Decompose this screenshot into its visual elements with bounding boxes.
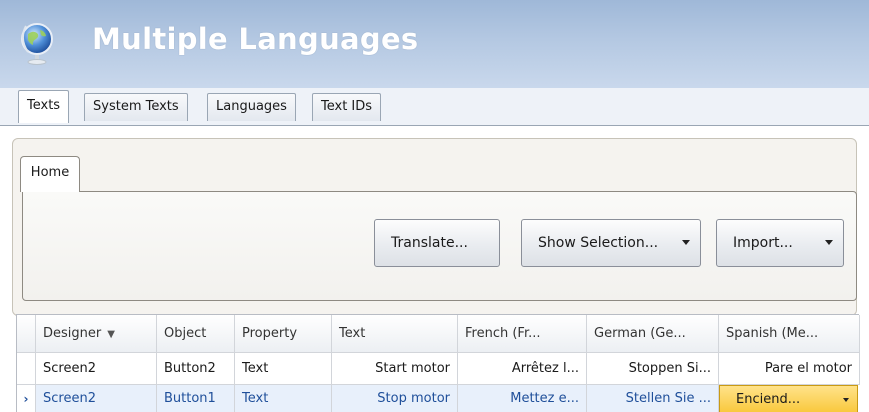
globe-icon bbox=[21, 23, 53, 65]
tab-text-ids[interactable]: Text IDs bbox=[312, 93, 382, 121]
chevron-down-icon[interactable] bbox=[843, 398, 849, 402]
ribbon-home-panel: Translate... Show Selection... Import... bbox=[22, 191, 857, 301]
column-header-object[interactable]: Object bbox=[157, 315, 235, 353]
cell-object[interactable]: Button1 bbox=[157, 385, 235, 412]
translate-button[interactable]: Translate... bbox=[374, 219, 500, 267]
page-title: Multiple Languages bbox=[92, 22, 419, 56]
import-button-label: Import... bbox=[733, 235, 793, 251]
cell-designer[interactable]: Screen2 bbox=[36, 353, 157, 385]
translate-button-label: Translate... bbox=[391, 235, 468, 251]
cell-property[interactable]: Text bbox=[235, 385, 332, 412]
main-tab-strip: Texts System Texts Languages Text IDs bbox=[0, 88, 869, 126]
cell-text[interactable]: Start motor bbox=[332, 353, 458, 385]
show-selection-button-label: Show Selection... bbox=[538, 235, 659, 251]
cell-spanish[interactable]: Pare el motor bbox=[719, 353, 860, 385]
cell-object[interactable]: Button2 bbox=[157, 353, 235, 385]
sort-descending-icon[interactable]: ▼ bbox=[107, 329, 115, 340]
column-header-spanish[interactable]: Spanish (Me... bbox=[719, 315, 860, 353]
row-selector[interactable] bbox=[17, 353, 36, 385]
table-row[interactable]: Screen2 Button2 Text Start motor Arrêtez… bbox=[17, 353, 860, 385]
table-row-selected[interactable]: › Screen2 Button1 Text Stop motor Mettez… bbox=[17, 385, 860, 412]
row-selector-header bbox=[17, 315, 36, 353]
column-header-label: Designer bbox=[43, 326, 102, 341]
grid-header-row: Designer ▼ Object Property Text French (F… bbox=[17, 315, 860, 353]
cell-designer[interactable]: Screen2 bbox=[36, 385, 157, 412]
cell-property[interactable]: Text bbox=[235, 353, 332, 385]
cell-spanish-editor[interactable]: Enciend... bbox=[719, 385, 858, 412]
tab-texts[interactable]: Texts bbox=[18, 90, 70, 123]
cell-german[interactable]: Stellen Sie ... bbox=[587, 385, 719, 412]
column-header-designer[interactable]: Designer ▼ bbox=[36, 315, 157, 353]
column-header-french[interactable]: French (Fr... bbox=[458, 315, 587, 353]
current-row-indicator-icon[interactable]: › bbox=[17, 385, 36, 412]
chevron-down-icon bbox=[825, 240, 833, 245]
chevron-down-icon bbox=[682, 240, 690, 245]
cell-spanish-value: Enciend... bbox=[736, 392, 801, 407]
import-button[interactable]: Import... bbox=[716, 219, 844, 267]
column-header-property[interactable]: Property bbox=[235, 315, 332, 353]
tab-system-texts[interactable]: System Texts bbox=[84, 93, 188, 121]
cell-french[interactable]: Arrêtez l... bbox=[458, 353, 587, 385]
tab-home[interactable]: Home bbox=[20, 156, 80, 192]
cell-french[interactable]: Mettez e... bbox=[458, 385, 587, 412]
cell-german[interactable]: Stoppen Si... bbox=[587, 353, 719, 385]
tab-languages[interactable]: Languages bbox=[207, 93, 296, 121]
show-selection-button[interactable]: Show Selection... bbox=[521, 219, 701, 267]
app-header: Multiple Languages bbox=[0, 0, 869, 88]
column-header-german[interactable]: German (Ge... bbox=[587, 315, 719, 353]
column-header-text[interactable]: Text bbox=[332, 315, 458, 353]
texts-grid: Designer ▼ Object Property Text French (F… bbox=[16, 314, 860, 412]
cell-text[interactable]: Stop motor bbox=[332, 385, 458, 412]
